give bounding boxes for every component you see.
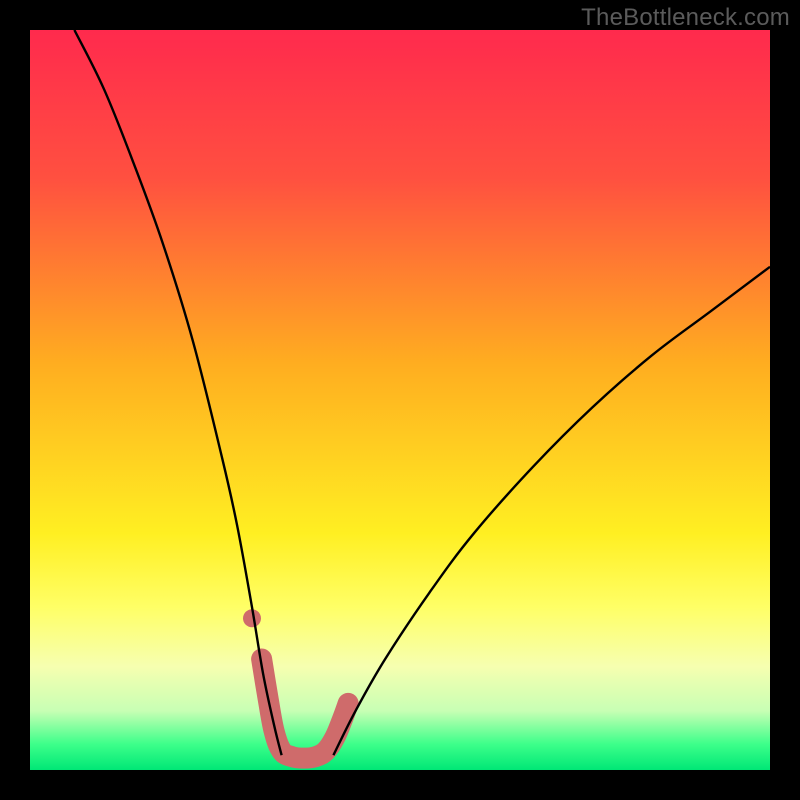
chart-frame: TheBottleneck.com [0,0,800,800]
curve-layer [30,30,770,770]
curve-left-branch [74,30,281,755]
plot-area [30,30,770,770]
watermark-text: TheBottleneck.com [581,4,790,32]
curve-right-branch [333,267,770,755]
valley-highlight-band [262,659,349,758]
